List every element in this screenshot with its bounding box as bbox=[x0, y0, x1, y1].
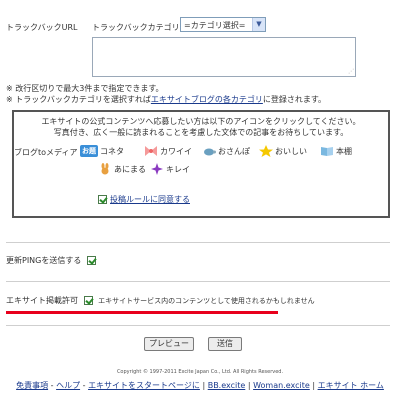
excite-blog-category-link[interactable]: エキサイトブログの各カテゴリ bbox=[151, 95, 263, 104]
category-item-koneta[interactable]: お題 コネタ bbox=[80, 145, 124, 157]
category-label-koneta: コネタ bbox=[100, 146, 124, 156]
red-underline-highlight bbox=[6, 311, 278, 314]
agree-rule-row[interactable]: 投稿ルールに同意する bbox=[98, 194, 190, 205]
divider-2 bbox=[6, 281, 390, 282]
footer-link-bb-excite[interactable]: BB.excite bbox=[208, 381, 246, 390]
footer-link-disclaimer[interactable]: 免責事項 bbox=[16, 381, 48, 390]
category-label-oishii: おいしい bbox=[275, 146, 307, 156]
star-icon bbox=[259, 145, 273, 157]
preview-button[interactable]: プレビュー bbox=[144, 337, 194, 351]
category-item-animal[interactable]: あにまる bbox=[98, 163, 146, 175]
trackback-url-textarea[interactable]: ⋰ bbox=[92, 37, 356, 77]
send-ping-label: 更新PINGを送信する bbox=[6, 256, 82, 265]
divider-1 bbox=[6, 242, 390, 243]
category-label-hondana: 本棚 bbox=[336, 146, 352, 156]
excite-permission-checkbox[interactable] bbox=[83, 296, 93, 305]
excite-permission-row: エキサイト掲載許可 エキサイトサービス内のコンテンツとして使用されるかもしれませ… bbox=[6, 295, 315, 306]
posting-rule-link[interactable]: 投稿ルールに同意する bbox=[110, 195, 190, 204]
send-ping-row: 更新PINGを送信する bbox=[6, 255, 99, 266]
footer-link-help[interactable]: ヘルプ bbox=[56, 381, 80, 390]
category-label-osanpo: おさんぽ bbox=[218, 146, 250, 156]
category-item-hondana[interactable]: 本棚 bbox=[320, 145, 352, 157]
excite-permission-label: エキサイト掲載許可 bbox=[6, 296, 78, 305]
sparkle-icon bbox=[151, 163, 163, 175]
trackback-note-1: ※ 改行区切りで最大3件まで指定できます。 bbox=[6, 84, 164, 93]
copyright-text: Copyright © 1997-2011 Excite Japan Co., … bbox=[116, 369, 284, 375]
odai-badge-icon: お題 bbox=[80, 145, 98, 157]
chevron-down-icon: ▼ bbox=[252, 18, 265, 31]
note2-suffix: に登録されます。 bbox=[262, 95, 327, 104]
trackback-note-2: ※ トラックバックカテゴリを選択すればエキサイトブログの各カテゴリに登録されます… bbox=[6, 94, 326, 105]
trackback-category-select[interactable]: =カテゴリ選択= ▼ bbox=[180, 17, 266, 32]
trackback-category-label: トラックバックカテゴリ： bbox=[92, 23, 188, 32]
box-intro-line-1: エキサイトの公式コンテンツへ応募したい方は以下のアイコンをクリックしてください。 bbox=[41, 117, 361, 126]
footer-link-woman-excite[interactable]: Woman.excite bbox=[253, 381, 310, 390]
category-item-oishii[interactable]: おいしい bbox=[259, 145, 307, 157]
ribbon-icon bbox=[145, 146, 157, 156]
category-label-kawaii: カワイイ bbox=[160, 146, 192, 156]
book-icon bbox=[321, 147, 333, 156]
agree-rule-checkbox[interactable] bbox=[98, 195, 107, 204]
resize-grip-icon[interactable]: ⋰ bbox=[348, 68, 354, 75]
footer-link-startpage[interactable]: エキサイトをスタートページに bbox=[88, 381, 200, 390]
category-label-animal: あにまる bbox=[114, 164, 146, 174]
rabbit-icon bbox=[101, 163, 109, 175]
divider-3 bbox=[6, 325, 390, 326]
trackback-category-value: =カテゴリ選択= bbox=[184, 21, 246, 30]
send-ping-checkbox[interactable] bbox=[86, 256, 96, 265]
send-button[interactable]: 送信 bbox=[208, 337, 242, 351]
category-item-kirei[interactable]: キレイ bbox=[150, 163, 190, 175]
box-intro-line-2: 写真付き、広く一般に読まれることを考慮した文体での記事をお待ちしています。 bbox=[53, 128, 349, 137]
footer-links: 免責事項 - ヘルプ - エキサイトをスタートページに | BB.excite … bbox=[0, 380, 400, 391]
blog-to-media-label: ブログtoメディア bbox=[14, 148, 78, 157]
category-item-kawaii[interactable]: カワイイ bbox=[144, 145, 192, 157]
excite-permission-note: エキサイトサービス内のコンテンツとして使用されるかもしれません bbox=[98, 297, 315, 305]
footer-link-excite-home[interactable]: エキサイト ホーム bbox=[318, 381, 384, 390]
trackback-url-label: トラックバックURL bbox=[6, 23, 78, 32]
category-item-osanpo[interactable]: おさんぽ bbox=[202, 145, 250, 157]
official-content-box: エキサイトの公式コンテンツへ応募したい方は以下のアイコンをクリックしてください。… bbox=[12, 110, 390, 218]
turtle-icon bbox=[204, 148, 216, 156]
note2-prefix: ※ トラックバックカテゴリを選択すれば bbox=[6, 95, 151, 104]
category-label-kirei: キレイ bbox=[166, 164, 190, 174]
